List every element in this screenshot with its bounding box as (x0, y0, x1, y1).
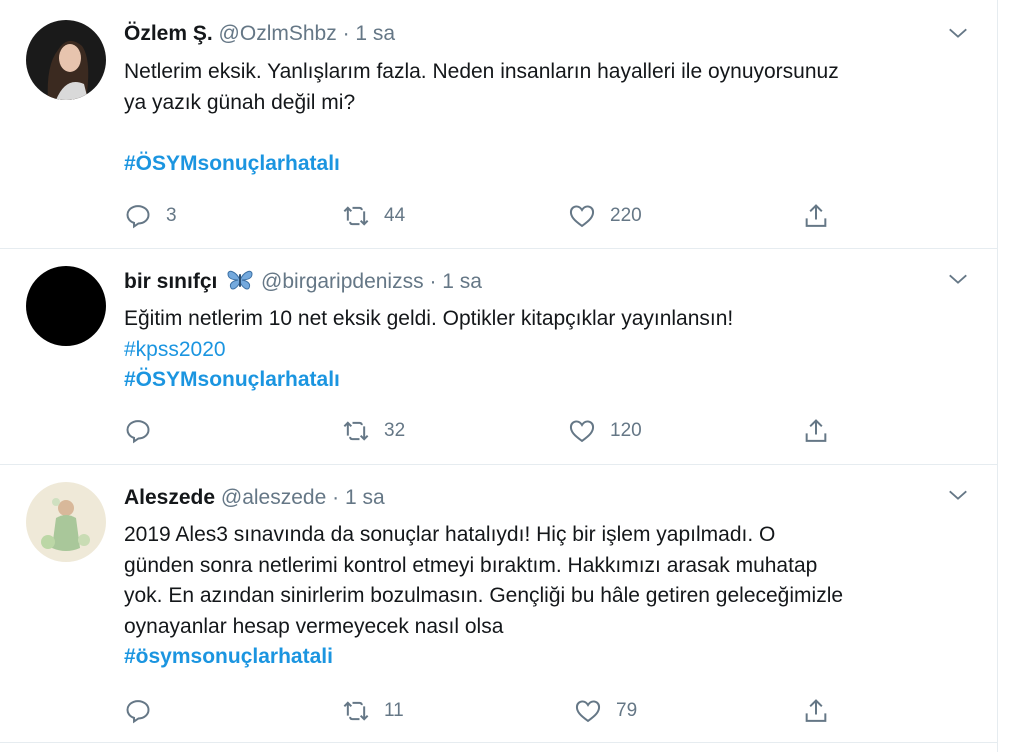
reply-icon (126, 205, 150, 229)
retweet-icon (343, 206, 369, 226)
timeline-feed: Özlem Ş. @OzlmShbz · 1 sa Netlerim eksik… (0, 0, 998, 752)
retweet-icon (343, 421, 369, 441)
tweet-text: Eğitim netlerim 10 net eksik geldi. Opti… (124, 304, 974, 396)
like-button[interactable]: 220 (568, 201, 642, 231)
separator: · (332, 486, 340, 509)
reply-icon (126, 420, 150, 444)
tweet-line: ya yazık günah değil mi? (124, 90, 356, 114)
display-name[interactable]: Özlem Ş. (124, 22, 213, 45)
butterfly-emoji (227, 270, 253, 290)
retweet-button[interactable]: 32 (342, 416, 405, 446)
like-count: 120 (610, 420, 642, 441)
hashtag-link[interactable]: #kpss2020 (124, 335, 974, 366)
tweet-header: Özlem Ş. @OzlmShbz · 1 sa (124, 20, 395, 48)
like-icon (569, 420, 595, 443)
tweet-line: 2019 Ales3 sınavında da sonuçlar hatalıy… (124, 523, 776, 546)
chevron-down-icon[interactable] (947, 484, 969, 506)
chevron-down-icon[interactable] (947, 268, 969, 290)
timestamp[interactable]: 1 sa (345, 486, 385, 509)
tweet-line: Netlerim eksik. Yanlışlarım fazla. Neden… (124, 60, 839, 83)
avatar[interactable] (26, 482, 106, 562)
reply-button[interactable] (124, 696, 166, 726)
share-icon (805, 699, 827, 722)
share-button[interactable] (802, 696, 830, 726)
retweet-count: 44 (384, 205, 406, 226)
share-button[interactable] (802, 416, 830, 446)
tweet-line: oynayanlar hesap vermeyecek nasıl olsa (124, 614, 504, 638)
hashtag-link[interactable]: #ÖSYMsonuçlarhatalı (124, 149, 974, 180)
retweet-icon (343, 701, 369, 721)
reply-button[interactable] (124, 416, 166, 446)
like-button[interactable]: 79 (574, 696, 637, 726)
retweet-count: 32 (384, 420, 406, 441)
share-icon (805, 419, 827, 442)
tweet-header: bir sınıfçı @birgaripdenizss · 1 sa (124, 268, 482, 296)
avatar[interactable] (26, 266, 106, 346)
reply-button[interactable]: 3 (124, 201, 177, 231)
separator: · (342, 22, 350, 45)
tweet-text: Netlerim eksik. Yanlışlarım fazla. Neden… (124, 57, 974, 179)
retweet-button[interactable]: 11 (342, 696, 404, 726)
tweet-actions: 11 79 (124, 696, 844, 726)
tweet-text: 2019 Ales3 sınavında da sonuçlar hatalıy… (124, 520, 974, 673)
reply-icon (126, 700, 150, 724)
timestamp[interactable]: 1 sa (355, 22, 395, 45)
tweet-line: Eğitim netlerim 10 net eksik geldi. Opti… (124, 307, 734, 330)
timestamp[interactable]: 1 sa (442, 270, 482, 293)
retweet-button[interactable]: 44 (342, 201, 405, 231)
like-icon (575, 700, 601, 723)
reply-count: 3 (166, 205, 177, 226)
tweet-line: yok. En azından sinirlerim bozulmasın. G… (124, 584, 844, 607)
avatar[interactable] (26, 20, 106, 100)
like-icon (569, 205, 595, 228)
tweet-line: günden sonra netlerimi kontrol etmeyi bı… (124, 553, 818, 577)
user-handle[interactable]: @aleszede (221, 486, 326, 509)
like-button[interactable]: 120 (568, 416, 642, 446)
share-icon (805, 204, 827, 227)
tweet-actions: 3 44 220 (124, 201, 844, 231)
hashtag-link[interactable]: #ÖSYMsonuçlarhatalı (124, 365, 974, 396)
chevron-down-icon[interactable] (947, 22, 969, 44)
display-name[interactable]: bir sınıfçı (124, 270, 217, 293)
user-handle[interactable]: @birgaripdenizss (261, 270, 424, 293)
user-handle[interactable]: @OzlmShbz (219, 22, 337, 45)
share-button[interactable] (802, 201, 830, 231)
retweet-count: 11 (384, 700, 404, 721)
separator: · (429, 270, 437, 293)
tweet-actions: 32 120 (124, 416, 844, 446)
hashtag-link[interactable]: #ösymsonuçlarhatali (124, 642, 974, 673)
display-name[interactable]: Aleszede (124, 486, 215, 509)
tweet-header: Aleszede @aleszede · 1 sa (124, 484, 385, 512)
like-count: 79 (616, 700, 638, 721)
like-count: 220 (610, 205, 642, 226)
